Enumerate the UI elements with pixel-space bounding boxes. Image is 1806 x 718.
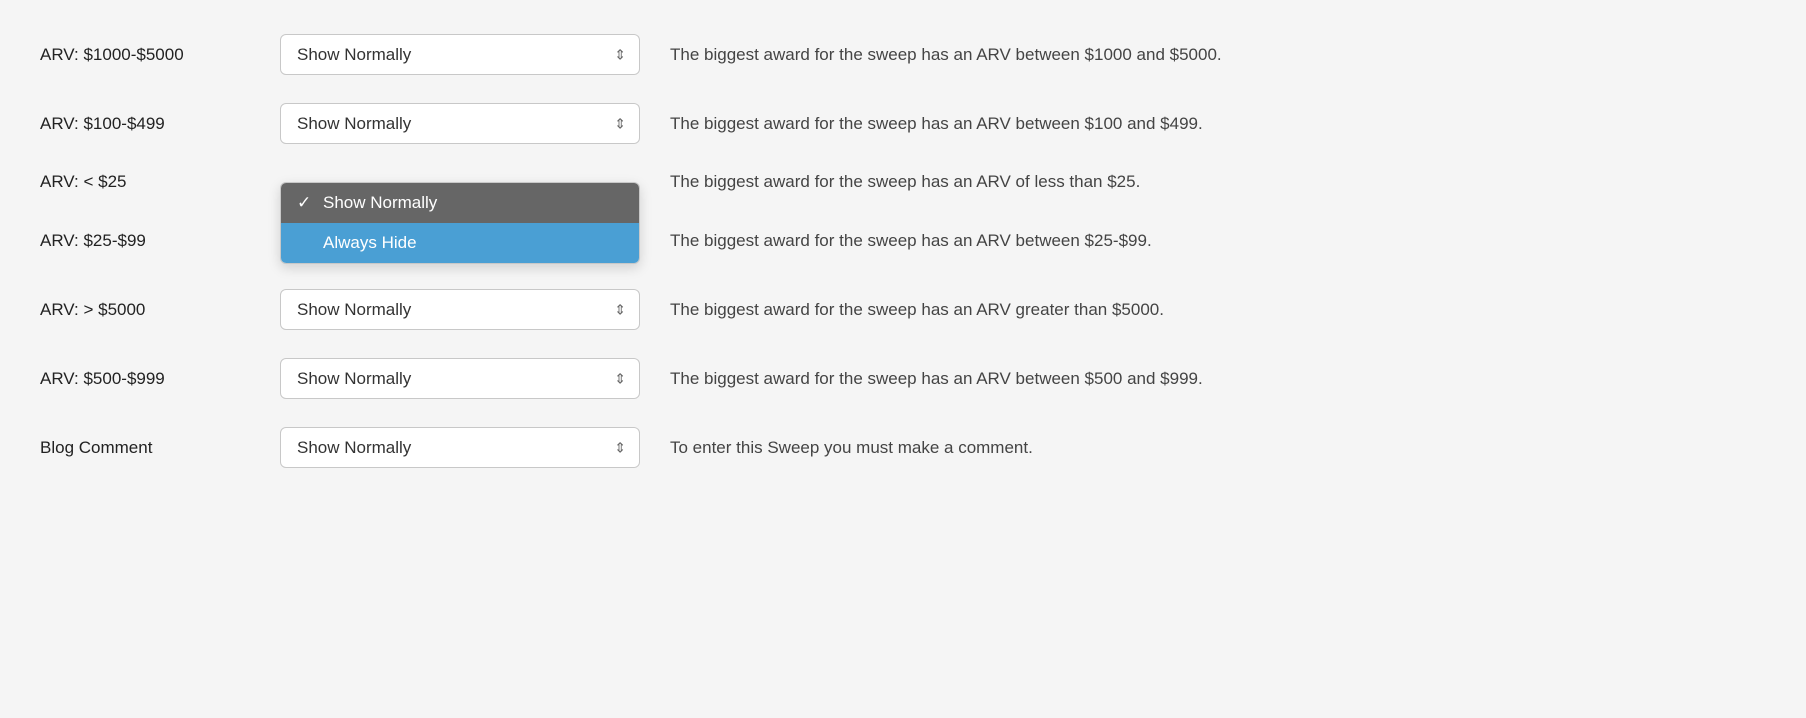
row-label-arv-gt-5000: ARV: > $5000	[40, 300, 280, 320]
checkmark-icon: ✓	[297, 193, 315, 213]
option-label: Always Hide	[323, 233, 417, 253]
select-arv-gt-5000[interactable]: Show NormallyAlways Hide	[280, 289, 640, 330]
select-wrapper-arv-gt-5000: Show NormallyAlways Hide⇕	[280, 289, 640, 330]
row-label-arv-25-99: ARV: $25-$99	[40, 231, 280, 251]
select-wrapper-arv-1000-5000: Show NormallyAlways Hide⇕	[280, 34, 640, 75]
select-arv-1000-5000[interactable]: Show NormallyAlways Hide	[280, 34, 640, 75]
dropdown-option-always_hide[interactable]: Always Hide	[281, 223, 639, 263]
settings-row-arv-25-99: ARV: $25-$99Show NormallyAlways Hide⇕The…	[40, 206, 1540, 275]
settings-table: ARV: $1000-$5000Show NormallyAlways Hide…	[40, 20, 1540, 482]
select-wrapper-blog-comment: Show NormallyAlways Hide⇕	[280, 427, 640, 468]
select-wrapper-arv-100-499: Show NormallyAlways Hide⇕	[280, 103, 640, 144]
row-label-arv-500-999: ARV: $500-$999	[40, 369, 280, 389]
dropdown-arv-lt-25: ✓ Show Normally Always Hide	[280, 182, 640, 264]
select-arv-100-499[interactable]: Show NormallyAlways Hide	[280, 103, 640, 144]
row-label-blog-comment: Blog Comment	[40, 438, 280, 458]
row-label-arv-1000-5000: ARV: $1000-$5000	[40, 45, 280, 65]
settings-row-arv-gt-5000: ARV: > $5000Show NormallyAlways Hide⇕The…	[40, 275, 1540, 344]
row-description-blog-comment: To enter this Sweep you must make a comm…	[640, 438, 1540, 458]
dropdown-option-show_normally[interactable]: ✓ Show Normally	[281, 183, 639, 223]
settings-row-arv-100-499: ARV: $100-$499Show NormallyAlways Hide⇕T…	[40, 89, 1540, 158]
row-label-arv-100-499: ARV: $100-$499	[40, 114, 280, 134]
row-description-arv-100-499: The biggest award for the sweep has an A…	[640, 114, 1540, 134]
row-description-arv-gt-5000: The biggest award for the sweep has an A…	[640, 300, 1540, 320]
select-wrapper-arv-500-999: Show NormallyAlways Hide⇕	[280, 358, 640, 399]
settings-row-arv-1000-5000: ARV: $1000-$5000Show NormallyAlways Hide…	[40, 20, 1540, 89]
settings-row-arv-500-999: ARV: $500-$999Show NormallyAlways Hide⇕T…	[40, 344, 1540, 413]
row-label-arv-lt-25: ARV: < $25	[40, 172, 280, 192]
row-description-arv-1000-5000: The biggest award for the sweep has an A…	[640, 45, 1540, 65]
row-description-arv-25-99: The biggest award for the sweep has an A…	[640, 231, 1540, 251]
select-blog-comment[interactable]: Show NormallyAlways Hide	[280, 427, 640, 468]
row-description-arv-lt-25: The biggest award for the sweep has an A…	[640, 172, 1540, 192]
select-arv-500-999[interactable]: Show NormallyAlways Hide	[280, 358, 640, 399]
settings-row-arv-lt-25: ARV: < $25✓Show NormallyAlways HideThe b…	[40, 158, 1540, 206]
row-description-arv-500-999: The biggest award for the sweep has an A…	[640, 369, 1540, 389]
settings-row-blog-comment: Blog CommentShow NormallyAlways Hide⇕To …	[40, 413, 1540, 482]
option-label: Show Normally	[323, 193, 437, 213]
